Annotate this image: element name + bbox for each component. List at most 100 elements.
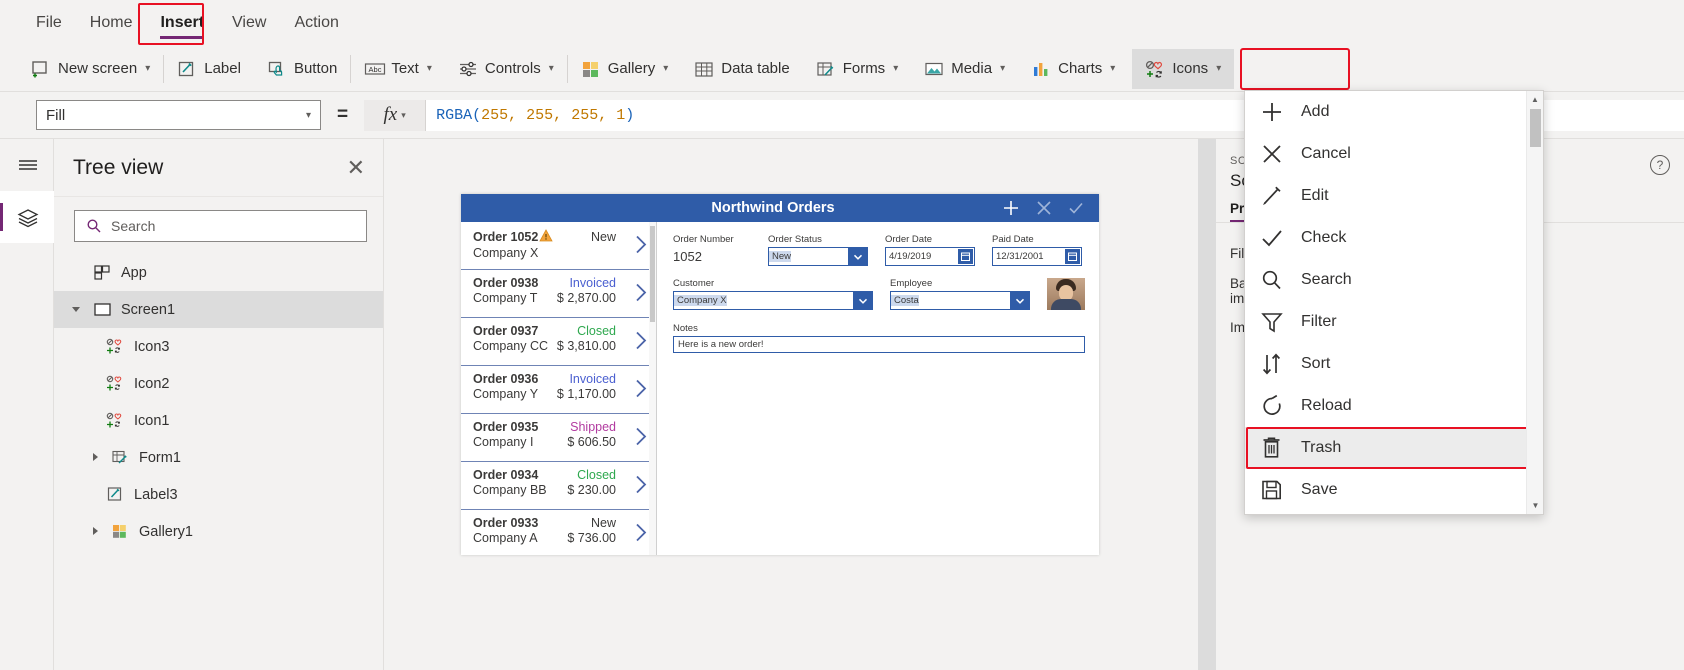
ribbon-media-button[interactable]: Media ▾ <box>911 49 1018 89</box>
order-date-picker[interactable]: 4/19/2019 <box>885 247 975 266</box>
chevron-right-icon[interactable] <box>634 281 648 306</box>
gallery-row[interactable]: Order 0933 New Company A $ 736.00 <box>461 510 656 555</box>
menu-item-add[interactable]: Add <box>1245 91 1527 133</box>
gallery-row[interactable]: Order 0937 Closed Company CC $ 3,810.00 <box>461 318 656 366</box>
ribbon-controls-button[interactable]: Controls ▾ <box>445 49 567 89</box>
chevron-right-icon[interactable] <box>634 377 648 402</box>
ribbon-button-button[interactable]: Button <box>254 49 350 89</box>
app-body: Order 1052 New Company X Order 0938 Invo… <box>461 222 1099 555</box>
menu-item-sort[interactable]: Sort <box>1245 343 1527 385</box>
fx-button[interactable]: fx ▾ <box>364 99 427 131</box>
tree-item-icon2[interactable]: Icon2 <box>54 365 383 402</box>
menu-item-edit[interactable]: Edit <box>1245 175 1527 217</box>
menu-item-home[interactable]: Home <box>76 10 147 36</box>
tree-item-screen1[interactable]: Screen1 <box>54 291 383 328</box>
tree-item-icon3[interactable]: Icon3 <box>54 328 383 365</box>
chevron-down-icon: ▾ <box>1216 63 1222 74</box>
chevron-down-icon[interactable] <box>1010 292 1029 309</box>
tree-item-label3[interactable]: Label3 <box>54 476 383 513</box>
close-icon[interactable]: ✕ <box>347 156 365 179</box>
twisty-expanded-icon[interactable] <box>72 304 84 316</box>
ribbon-icons-button[interactable]: Icons ▾ <box>1132 48 1235 89</box>
cancel-icon[interactable] <box>1035 199 1053 217</box>
order-status-dropdown[interactable]: New <box>768 247 868 266</box>
menu-item-check[interactable]: Check <box>1245 217 1527 259</box>
menu-item-file[interactable]: File <box>22 10 76 36</box>
chevron-right-icon[interactable] <box>634 329 648 354</box>
check-icon[interactable] <box>1067 199 1085 217</box>
tree-item-app[interactable]: App <box>54 254 383 291</box>
menu-item-label: Add <box>1301 103 1330 120</box>
ribbon-gallery-button[interactable]: Gallery ▾ <box>568 49 682 89</box>
chevron-right-icon[interactable] <box>634 473 648 498</box>
ribbon-item-label: Text <box>391 60 419 77</box>
form-icon <box>111 449 130 466</box>
twisty-collapsed-icon[interactable] <box>90 526 102 538</box>
ribbon-new-screen-button[interactable]: New screen ▾ <box>18 49 163 89</box>
chevron-down-icon[interactable] <box>853 292 872 309</box>
gallery-row[interactable]: Order 0935 Shipped Company I $ 606.50 <box>461 414 656 462</box>
tree-item-gallery1[interactable]: Gallery1 <box>54 513 383 550</box>
orders-gallery[interactable]: Order 1052 New Company X Order 0938 Invo… <box>461 222 657 555</box>
customer-dropdown[interactable]: Company X <box>673 291 873 310</box>
chevron-right-icon[interactable] <box>634 425 648 450</box>
menu-item-trash[interactable]: Trash <box>1245 427 1527 469</box>
chevron-down-icon[interactable] <box>848 248 867 265</box>
search-input[interactable]: Search <box>74 210 367 242</box>
gallery-row[interactable]: Order 1052 New Company X <box>461 222 656 270</box>
employee-value: Costa <box>891 295 919 306</box>
menu-item-insert[interactable]: Insert <box>146 10 218 39</box>
scroll-down-icon[interactable]: ▼ <box>1527 497 1544 514</box>
paid-date-picker[interactable]: 12/31/2001 <box>992 247 1082 266</box>
order-status-label: Order Status <box>768 234 822 245</box>
menu-item-search[interactable]: Search <box>1245 259 1527 301</box>
tree-item-form1[interactable]: Form1 <box>54 439 383 476</box>
gallery-row-bottom: Company T $ 2,870.00 <box>473 291 646 306</box>
menu-item-label: File <box>36 14 62 31</box>
chevron-right-icon[interactable] <box>634 233 648 258</box>
gallery-row[interactable]: Order 0934 Closed Company BB $ 230.00 <box>461 462 656 510</box>
calendar-icon[interactable] <box>1065 249 1080 264</box>
notes-input[interactable]: Here is a new order! <box>673 336 1085 353</box>
ribbon-label-button[interactable]: Label <box>164 49 254 89</box>
menu-item-cancel[interactable]: Cancel <box>1245 133 1527 175</box>
chevron-down-icon: ▾ <box>145 63 151 74</box>
dropdown-scroll-thumb[interactable] <box>1530 109 1541 147</box>
gallery-row[interactable]: Order 0936 Invoiced Company Y $ 1,170.00 <box>461 366 656 414</box>
label-icon <box>106 486 125 503</box>
menu-item-reload[interactable]: Reload <box>1245 385 1527 427</box>
dropdown-scrollbar[interactable]: ▲ ▼ <box>1526 91 1543 514</box>
hamburger-menu-button[interactable] <box>0 139 54 191</box>
tree-item-icon1[interactable]: Icon1 <box>54 402 383 439</box>
menu-item-view[interactable]: View <box>218 10 280 36</box>
gallery-row-top: Order 0938 Invoiced <box>473 276 646 291</box>
gallery-scroll-thumb[interactable] <box>650 226 655 322</box>
add-icon[interactable] <box>1001 198 1021 218</box>
formula-paren-open: ( <box>472 106 482 124</box>
ribbon-item-label: Media <box>951 60 993 77</box>
scroll-up-icon[interactable]: ▲ <box>1527 91 1543 108</box>
help-icon[interactable]: ? <box>1650 155 1670 175</box>
ribbon-data-table-button[interactable]: Data table <box>681 49 802 89</box>
menu-item-save[interactable]: Save <box>1245 469 1527 511</box>
menu-item-filter[interactable]: Filter <box>1245 301 1527 343</box>
ribbon-forms-button[interactable]: Forms ▾ <box>803 49 912 89</box>
gallery-scrollbar[interactable] <box>649 222 656 555</box>
employee-dropdown[interactable]: Costa <box>890 291 1030 310</box>
menu-item-label: Home <box>89 14 133 31</box>
calendar-icon[interactable] <box>958 249 973 264</box>
chevron-right-icon[interactable] <box>634 521 648 546</box>
icons-icon <box>1145 60 1165 78</box>
menu-item-label: Cancel <box>1301 145 1351 162</box>
order-number-label: Order 0935 <box>473 420 539 434</box>
save-icon <box>1259 478 1285 502</box>
ribbon-text-button[interactable]: Abc Text ▾ <box>351 49 445 89</box>
twisty-collapsed-icon[interactable] <box>90 452 102 464</box>
text-icon: Abc <box>364 60 386 78</box>
property-selector[interactable]: Fill ▾ <box>36 100 321 130</box>
order-detail-form: Order Number 1052 Order Status New Order… <box>657 222 1099 555</box>
tree-view-rail-button[interactable] <box>0 191 54 243</box>
gallery-row[interactable]: Order 0938 Invoiced Company T $ 2,870.00 <box>461 270 656 318</box>
menu-item-action[interactable]: Action <box>280 10 352 36</box>
ribbon-charts-button[interactable]: Charts ▾ <box>1018 49 1128 89</box>
